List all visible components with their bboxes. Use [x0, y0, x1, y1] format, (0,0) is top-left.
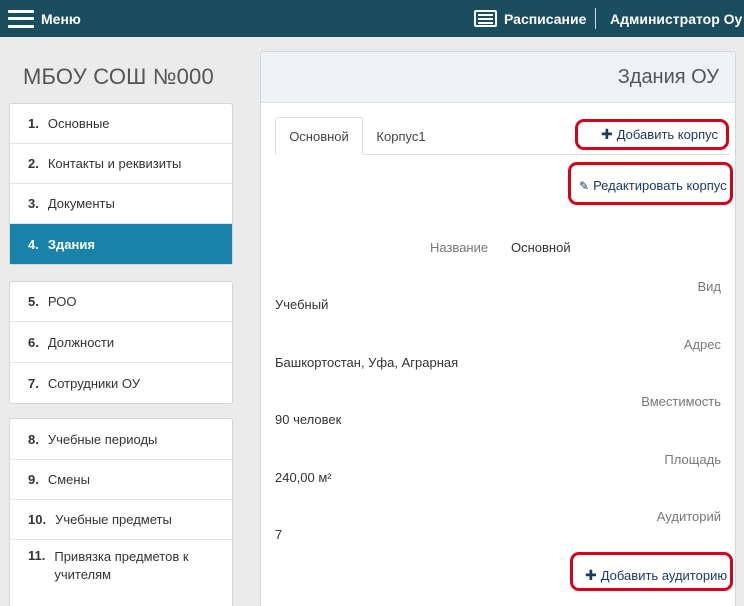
- name-value: Основной: [511, 240, 571, 255]
- sidebar-group-1: 1. Основные 2. Контакты и реквизиты 3. Д…: [9, 103, 233, 265]
- sidebar-item-label: Учебные периоды: [47, 431, 158, 447]
- sidebar-item-label: РОО: [47, 294, 77, 309]
- schedule-icon: [474, 10, 497, 27]
- menu-label: Меню: [41, 10, 81, 27]
- sidebar-item-label: Учебные предметы: [55, 512, 172, 527]
- type-label: Вид: [697, 279, 721, 294]
- add-room-label: Добавить аудиторию: [600, 568, 728, 583]
- school-title: МБОУ СОШ №000: [23, 64, 214, 89]
- sidebar-item-subject-teachers[interactable]: 11. Привязка предметов к учителям: [10, 540, 232, 600]
- add-building-button[interactable]: ✚ Добавить корпус: [601, 126, 718, 143]
- address-value: Башкортостан, Уфа, Аграрная: [275, 355, 459, 370]
- add-building-label: Добавить корпус: [616, 127, 718, 142]
- admin-user-button[interactable]: Администратор Оу: [610, 0, 742, 37]
- sidebar-item-number: 11.: [28, 548, 46, 563]
- sidebar-item-main[interactable]: 1. Основные: [10, 104, 232, 144]
- name-label: Название: [430, 240, 489, 255]
- sidebar-item-contacts[interactable]: 2. Контакты и реквизиты: [10, 144, 232, 184]
- sidebar-item-number: 1.: [28, 116, 39, 131]
- page-title: Здания ОУ: [617, 66, 719, 88]
- sidebar-item-number: 6.: [28, 334, 39, 350]
- sidebar-item-number: 8.: [28, 431, 39, 447]
- edit-building-label: Редактировать корпус: [593, 178, 727, 193]
- hamburger-icon: [8, 9, 34, 28]
- sidebar-item-label: Сотрудники ОУ: [47, 375, 140, 391]
- sidebar-item-number: 2.: [28, 156, 39, 171]
- type-value: Учебный: [275, 297, 329, 312]
- sidebar-item-subjects[interactable]: 10. Учебные предметы: [10, 500, 232, 540]
- capacity-label: Вместимость: [641, 394, 721, 409]
- address-label: Адрес: [683, 337, 721, 352]
- area-label: Площадь: [664, 452, 721, 467]
- sidebar-item-documents[interactable]: 3. Документы: [10, 184, 232, 224]
- pencil-icon: ✎: [579, 178, 590, 193]
- sidebar-item-label: Здания: [47, 236, 95, 252]
- sidebar-item-buildings[interactable]: 4. Здания: [10, 224, 232, 264]
- rooms-count-label: Аудиторий: [656, 509, 721, 524]
- sidebar-item-label: Должности: [47, 334, 115, 350]
- sidebar-item-label: Привязка предметов к учителям: [54, 549, 189, 582]
- sidebar-item-positions[interactable]: 6. Должности: [10, 322, 232, 363]
- sidebar-group-2: 5. РОО 6. Должности 7. Сотрудники ОУ: [9, 281, 233, 404]
- edit-building-button[interactable]: ✎ Редактировать корпус: [579, 178, 727, 193]
- menu-button[interactable]: Меню: [8, 0, 81, 37]
- rooms-count-value: 7: [275, 527, 283, 542]
- sidebar-item-number: 7.: [28, 375, 39, 391]
- add-room-button[interactable]: ✚ Добавить аудиторию: [585, 567, 727, 584]
- area-value: 240,00 м²: [275, 470, 332, 485]
- sidebar-item-label: Контакты и реквизиты: [47, 156, 182, 171]
- schedule-label: Расписание: [504, 10, 587, 27]
- capacity-value: 90 человек: [275, 412, 342, 427]
- sidebar-item-roo[interactable]: 5. РОО: [10, 282, 232, 322]
- sidebar-item-number: 3.: [28, 196, 39, 211]
- plus-icon: ✚: [601, 126, 613, 142]
- sidebar-item-label: Документы: [47, 196, 115, 211]
- navbar-divider: [595, 8, 596, 29]
- plus-icon: ✚: [585, 567, 597, 583]
- sidebar-item-study-periods[interactable]: 8. Учебные периоды: [10, 419, 232, 460]
- schedule-button[interactable]: Расписание: [474, 0, 586, 37]
- sidebar-item-number: 4.: [28, 236, 39, 252]
- panel-header: Здания ОУ: [261, 52, 735, 103]
- sidebar-item-shifts[interactable]: 9. Смены: [10, 460, 232, 500]
- sidebar-item-number: 9.: [28, 472, 39, 487]
- sidebar-item-label: Смены: [47, 472, 90, 487]
- sidebar-item-number: 5.: [28, 294, 39, 309]
- sidebar-group-3: 8. Учебные периоды 9. Смены 10. Учебные …: [9, 418, 233, 606]
- tab-building-1[interactable]: Корпус1: [363, 117, 439, 155]
- sidebar-item-staff[interactable]: 7. Сотрудники ОУ: [10, 363, 232, 403]
- sidebar-item-number: 10.: [28, 512, 47, 527]
- top-navbar: Меню Расписание Администратор Оу: [0, 0, 744, 37]
- sidebar-item-label: Основные: [47, 116, 110, 131]
- tab-main-building[interactable]: Основной: [275, 117, 363, 155]
